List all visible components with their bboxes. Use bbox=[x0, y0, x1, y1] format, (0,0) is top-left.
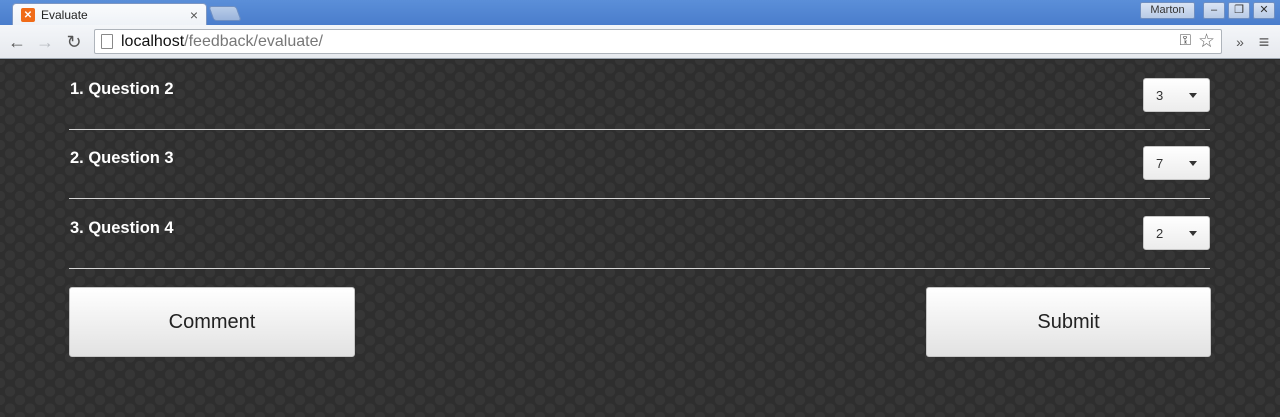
caret-down-icon bbox=[1189, 93, 1197, 98]
window-titlebar: ✕ Evaluate × Marton – ❐ ✕ bbox=[0, 0, 1280, 26]
rating-value: 7 bbox=[1156, 155, 1164, 171]
rating-value: 3 bbox=[1156, 87, 1164, 103]
star-icon[interactable]: ☆ bbox=[1198, 30, 1215, 53]
back-arrow-icon[interactable]: ← bbox=[5, 30, 29, 54]
page-content: 1. Question 2 3 2. Question 3 7 3. Quest… bbox=[0, 60, 1280, 417]
browser-tab[interactable]: ✕ Evaluate × bbox=[12, 3, 207, 26]
question-label: 2. Question 3 bbox=[70, 149, 174, 167]
caret-down-icon bbox=[1189, 161, 1197, 166]
address-bar[interactable]: localhost/feedback/evaluate/ ⚿ ☆ bbox=[94, 29, 1222, 54]
hamburger-menu-icon[interactable]: ≡ bbox=[1252, 30, 1276, 54]
reload-icon[interactable]: ↻ bbox=[62, 30, 86, 54]
browser-toolbar: ← → ↻ localhost/feedback/evaluate/ ⚿ ☆ »… bbox=[0, 25, 1280, 59]
submit-button[interactable]: Submit bbox=[926, 287, 1211, 357]
xampp-favicon-icon: ✕ bbox=[21, 8, 35, 22]
forward-arrow-icon[interactable]: → bbox=[33, 30, 57, 54]
url-path: /feedback/evaluate/ bbox=[184, 32, 323, 50]
new-tab-button[interactable] bbox=[208, 6, 242, 21]
page-icon bbox=[101, 34, 113, 49]
rating-select[interactable]: 3 bbox=[1143, 78, 1210, 112]
caret-down-icon bbox=[1189, 231, 1197, 236]
url-host: localhost bbox=[121, 32, 185, 50]
question-row: 3. Question 4 2 bbox=[69, 199, 1210, 269]
tab-close-icon[interactable]: × bbox=[190, 8, 198, 22]
question-label: 1. Question 2 bbox=[70, 80, 174, 98]
profile-button[interactable]: Marton bbox=[1140, 2, 1195, 19]
question-row: 1. Question 2 3 bbox=[69, 60, 1210, 130]
question-label: 3. Question 4 bbox=[70, 219, 174, 237]
key-icon[interactable]: ⚿ bbox=[1180, 32, 1191, 49]
tab-title: Evaluate bbox=[41, 8, 88, 22]
minimize-button[interactable]: – bbox=[1203, 2, 1225, 19]
close-window-button[interactable]: ✕ bbox=[1253, 2, 1275, 19]
question-row: 2. Question 3 7 bbox=[69, 129, 1210, 199]
rating-select[interactable]: 7 bbox=[1143, 146, 1210, 180]
rating-select[interactable]: 2 bbox=[1143, 216, 1210, 250]
comment-button[interactable]: Comment bbox=[69, 287, 355, 357]
restore-button[interactable]: ❐ bbox=[1228, 2, 1250, 19]
chevron-double-right-icon[interactable]: » bbox=[1228, 30, 1252, 54]
rating-value: 2 bbox=[1156, 225, 1164, 241]
